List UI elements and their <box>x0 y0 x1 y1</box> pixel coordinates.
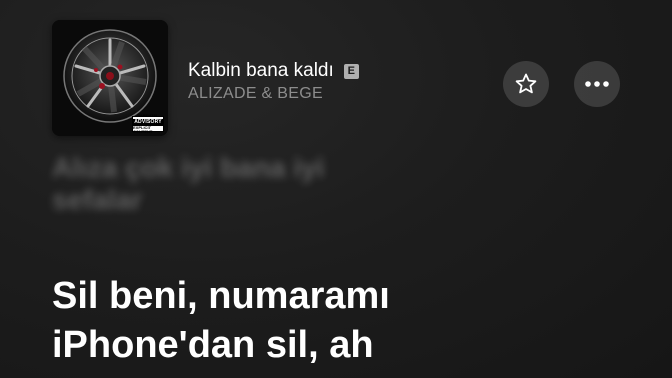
current-lyric[interactable]: Sil beni, numaramı iPhone'dan sil, ah <box>52 272 652 370</box>
explicit-badge: E <box>343 63 359 79</box>
track-artist[interactable]: ALIZADE & BEGE <box>188 85 359 103</box>
now-playing-header: PARENTAL ADVISORY EXPLICIT CONTENT Kalbi… <box>52 20 632 136</box>
advisory-bottom: EXPLICIT CONTENT <box>133 125 153 134</box>
track-title-row: Kalbin bana kaldı E <box>188 60 359 82</box>
star-icon <box>515 73 537 94</box>
album-artwork[interactable]: PARENTAL ADVISORY EXPLICIT CONTENT <box>52 20 168 136</box>
previous-lyric-line: sefalar <box>52 184 143 215</box>
advisory-top: PARENTAL <box>137 113 159 118</box>
track-info[interactable]: Kalbin bana kaldı E ALIZADE & BEGE <box>188 60 359 103</box>
favorite-button[interactable] <box>503 61 549 107</box>
previous-lyric[interactable]: Alıza çok iyi bana iyi sefalar <box>52 152 652 216</box>
parental-advisory-logo: PARENTAL ADVISORY EXPLICIT CONTENT <box>132 113 164 134</box>
previous-lyric-line: Alıza çok iyi bana iyi <box>52 152 325 183</box>
ellipsis-icon <box>585 81 609 87</box>
current-lyric-line: iPhone'dan sil, ah <box>52 324 374 366</box>
more-options-button[interactable] <box>574 61 620 107</box>
current-lyric-line: Sil beni, numaramı <box>52 275 390 317</box>
track-title: Kalbin bana kaldı <box>188 60 334 81</box>
